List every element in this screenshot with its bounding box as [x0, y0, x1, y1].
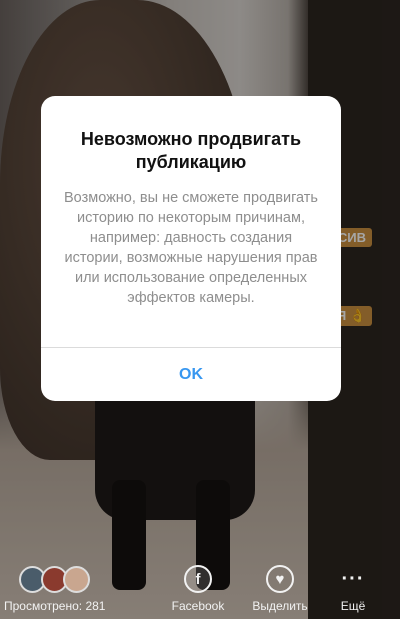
- dialog-message: Возможно, вы не сможете продвигать истор…: [64, 190, 318, 306]
- highlight-heart-icon: ♥: [266, 565, 294, 593]
- promote-error-dialog: Невозможно продвигать публикацию Возможн…: [41, 96, 341, 401]
- viewer-avatars: [19, 566, 105, 593]
- facebook-icon: f: [184, 565, 212, 593]
- dialog-title: Невозможно продвигать публикацию: [80, 129, 302, 172]
- highlight-label: Выделить: [252, 599, 308, 613]
- highlight-button[interactable]: ♥ Выделить: [245, 565, 315, 613]
- facebook-share-button[interactable]: f Facebook: [163, 565, 233, 613]
- more-icon: ···: [341, 567, 365, 590]
- ok-button[interactable]: OK: [41, 348, 341, 401]
- viewers-button[interactable]: Просмотрено: 281: [4, 566, 105, 613]
- more-button[interactable]: ··· Ещё: [318, 565, 388, 614]
- more-label: Ещё: [340, 599, 366, 613]
- viewers-count: Просмотрено: 281: [4, 599, 106, 613]
- avatar: [63, 566, 90, 593]
- facebook-label: Facebook: [171, 599, 225, 613]
- story-bottom-bar: Просмотрено: 281 f Facebook ♥ Выделить ·…: [0, 557, 400, 619]
